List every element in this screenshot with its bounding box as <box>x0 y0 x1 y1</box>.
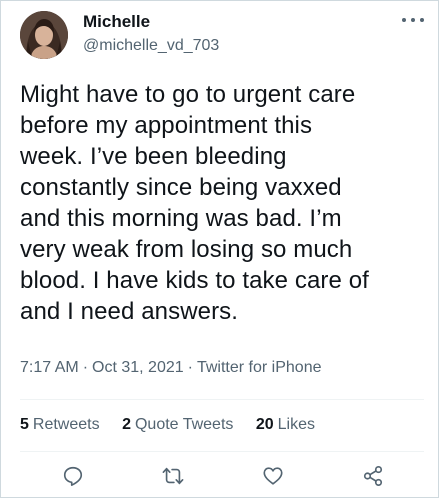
reply-icon <box>63 466 83 486</box>
tweet-time[interactable]: 7:17 AM <box>20 359 79 376</box>
tweet-source[interactable]: Twitter for iPhone <box>197 359 322 376</box>
tweet-date[interactable]: Oct 31, 2021 <box>92 359 184 376</box>
tweet-text: Might have to go to urgent care before m… <box>20 81 369 325</box>
tweet-stats: 5 Retweets 2 Quote Tweets 20 Likes <box>20 416 333 434</box>
likes-stat[interactable]: 20 Likes <box>256 416 315 433</box>
user-handle[interactable]: @michelle_vd_703 <box>83 37 219 55</box>
display-name[interactable]: Michelle <box>83 12 150 32</box>
tweet-meta: 7:17 AM · Oct 31, 2021 · Twitter for iPhone <box>20 359 321 377</box>
share-icon <box>363 466 383 486</box>
tweet-card: Michelle @michelle_vd_703 Might have to … <box>0 0 439 498</box>
retweets-count: 5 <box>20 416 29 433</box>
reply-button[interactable] <box>60 463 86 489</box>
profile-photo-icon <box>20 11 68 59</box>
divider <box>20 399 424 400</box>
divider <box>20 451 424 452</box>
meta-separator: · <box>187 359 193 376</box>
quote-tweets-stat[interactable]: 2 Quote Tweets <box>122 416 233 433</box>
quotes-count: 2 <box>122 416 131 433</box>
action-bar <box>20 463 424 489</box>
retweets-stat[interactable]: 5 Retweets <box>20 416 100 433</box>
retweet-icon <box>162 467 184 485</box>
avatar[interactable] <box>20 11 68 59</box>
meta-separator: · <box>82 359 89 376</box>
quotes-label: Quote Tweets <box>134 416 234 433</box>
retweets-label: Retweets <box>32 416 100 433</box>
likes-count: 20 <box>255 416 274 433</box>
more-options-icon[interactable] <box>402 15 424 25</box>
retweet-button[interactable] <box>160 463 186 489</box>
like-button[interactable] <box>260 463 286 489</box>
share-button[interactable] <box>360 463 386 489</box>
likes-label: Likes <box>277 416 316 433</box>
like-icon <box>263 467 283 485</box>
